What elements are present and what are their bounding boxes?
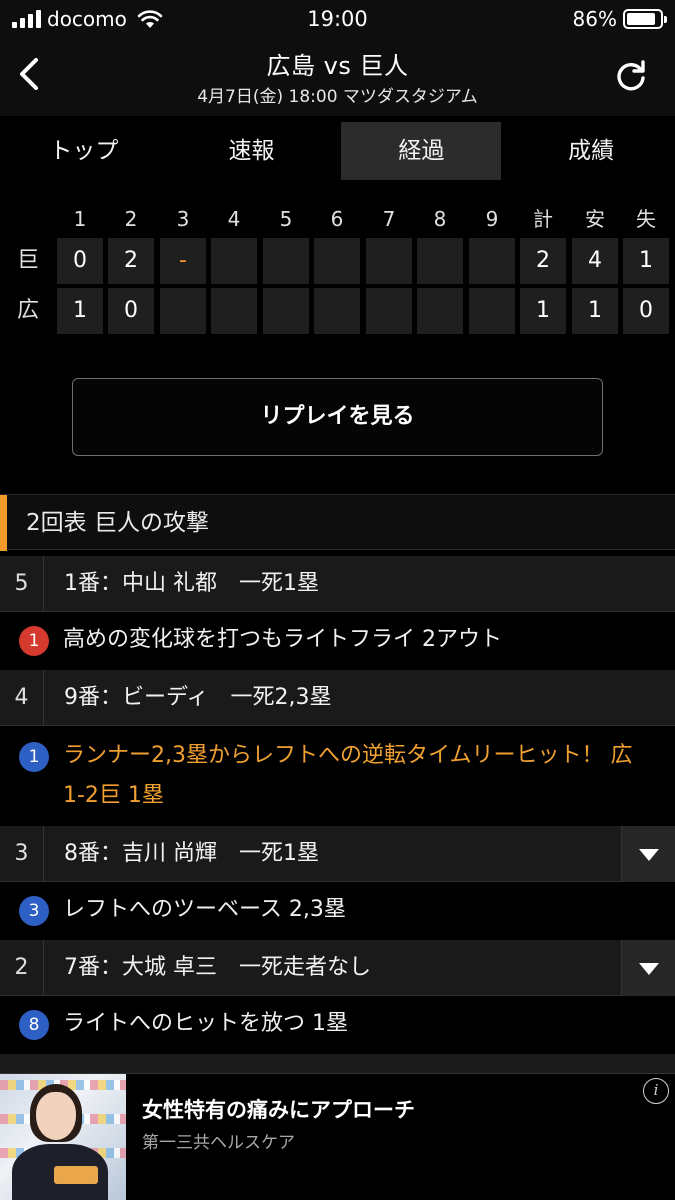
inning-score-cell — [417, 238, 463, 284]
info-icon[interactable]: i — [643, 1078, 669, 1104]
inning-header-cell: 3 — [176, 207, 190, 231]
inning-score-cell — [469, 238, 515, 284]
battery-icon — [623, 9, 667, 29]
tab-top[interactable]: トップ — [0, 122, 168, 180]
inning-title: 2回表 巨人の攻撃 — [26, 510, 209, 536]
inning-header-cell: 8 — [433, 207, 447, 231]
at-bat-row[interactable]: 5 1番：中山 礼都 一死1塁 — [0, 556, 675, 612]
inning-score-cell — [366, 288, 412, 334]
status-bar: docomo 19:00 86% — [0, 0, 675, 38]
battery-percent: 86% — [572, 7, 617, 31]
tab-stats[interactable]: 成績 — [507, 122, 675, 180]
totals-header-cell: 安 — [585, 207, 605, 231]
inning-score-cell — [314, 288, 360, 334]
game-info: 4月7日(金) 18:00 マツダスタジアム — [197, 87, 478, 107]
inning-score-cell: 0 — [108, 288, 154, 334]
play-text: ランナー2,3塁からレフトへの逆転タイムリーヒット！ 広1-2巨 1塁 — [63, 743, 633, 808]
pitch-count-badge: 8 — [19, 1010, 49, 1040]
inning-header-cell: 4 — [227, 207, 241, 231]
tab-live[interactable]: 速報 — [168, 122, 336, 180]
page-title: 広島 vs 巨人 — [266, 52, 409, 80]
at-bat-label: 9番：ビーディ 一死2,3塁 — [64, 685, 332, 710]
at-bat-number: 5 — [0, 556, 44, 612]
inning-score-cell — [366, 238, 412, 284]
at-bat-label: 7番：大城 卓三 一死走者なし — [64, 955, 371, 980]
game-header: 広島 vs 巨人 4月7日(金) 18:00 マツダスタジアム — [0, 38, 675, 116]
inning-score-cell — [211, 288, 257, 334]
inning-score-cell — [469, 288, 515, 334]
scoreboard-row-home: 広10110 — [0, 288, 675, 334]
battery-level — [627, 13, 655, 25]
at-bat-label: 8番：吉川 尚輝 一死1塁 — [64, 841, 319, 866]
at-bat-row[interactable]: 4 9番：ビーディ 一死2,3塁 — [0, 670, 675, 726]
at-bat-row[interactable]: 2 7番：大城 卓三 一死走者なし — [0, 940, 675, 996]
inning-score-cell — [314, 238, 360, 284]
inning-score-cell: 2 — [108, 238, 154, 284]
totals-header-cell: 計 — [533, 207, 553, 231]
team-abbrev: 広 — [16, 298, 39, 323]
inning-score-cell: - — [160, 238, 206, 284]
scoreboard-row-away: 巨02-241 — [0, 238, 675, 284]
inning-score-cell: 0 — [57, 238, 103, 284]
play-text: 高めの変化球を打つもライトフライ 2アウト — [63, 627, 502, 652]
play-event: 8 ライトへのヒットを放つ 1塁 — [0, 996, 675, 1054]
inning-score-cell — [417, 288, 463, 334]
tab-progress[interactable]: 経過 — [341, 122, 502, 180]
ad-image — [0, 1074, 126, 1200]
inning-header-cell: 5 — [279, 207, 293, 231]
ad-sponsor: 第一三共ヘルスケア — [142, 1133, 295, 1153]
at-bat-number: 4 — [0, 670, 44, 726]
play-text: ライトへのヒットを放つ 1塁 — [63, 1011, 348, 1036]
inning-accent — [0, 495, 7, 551]
total-score-cell: 0 — [623, 288, 669, 334]
totals-header-cell: 失 — [636, 207, 656, 231]
tab-bar: トップ 速報 経過 成績 — [0, 122, 675, 180]
refresh-icon[interactable] — [613, 58, 649, 94]
inning-header-cell: 2 — [124, 207, 138, 231]
inning-score-cell — [263, 238, 309, 284]
inning-header: 2回表 巨人の攻撃 — [0, 494, 675, 551]
total-score-cell: 4 — [572, 238, 618, 284]
scoreboard-header: 1 2 3 4 5 6 7 8 9 計 安 失 — [0, 196, 675, 242]
play-event: 1 ランナー2,3塁からレフトへの逆転タイムリーヒット！ 広1-2巨 1塁 — [0, 726, 675, 826]
inning-score-cell — [211, 238, 257, 284]
inning-header-cell: 6 — [330, 207, 344, 231]
total-score-cell: 1 — [572, 288, 618, 334]
inning-header-cell: 9 — [485, 207, 499, 231]
at-bat-row-partial — [0, 1054, 675, 1074]
expand-chevron-icon[interactable] — [621, 826, 675, 882]
inning-header-cell: 7 — [382, 207, 396, 231]
ad-banner[interactable]: 女性特有の痛みにアプローチ 第一三共ヘルスケア i — [0, 1073, 675, 1200]
inning-score-cell — [263, 288, 309, 334]
pitch-count-badge: 1 — [19, 742, 49, 772]
play-event: 3 レフトへのツーベース 2,3塁 — [0, 882, 675, 940]
pitch-count-badge: 1 — [19, 626, 49, 656]
total-score-cell: 1 — [520, 288, 566, 334]
ad-title: 女性特有の痛みにアプローチ — [142, 1098, 415, 1122]
play-text: レフトへのツーベース 2,3塁 — [63, 897, 346, 922]
at-bat-row[interactable]: 3 8番：吉川 尚輝 一死1塁 — [0, 826, 675, 882]
replay-button[interactable]: リプレイを見る — [72, 378, 603, 456]
inning-score-cell: 1 — [57, 288, 103, 334]
inning-header-cell: 1 — [73, 207, 87, 231]
total-score-cell: 2 — [520, 238, 566, 284]
play-event: 1 高めの変化球を打つもライトフライ 2アウト — [0, 612, 675, 670]
battery-group: 86% — [572, 7, 667, 31]
at-bat-number: 3 — [0, 826, 44, 882]
team-abbrev: 巨 — [16, 248, 39, 273]
at-bat-label: 1番：中山 礼都 一死1塁 — [64, 571, 319, 596]
total-score-cell: 1 — [623, 238, 669, 284]
expand-chevron-icon[interactable] — [621, 940, 675, 996]
at-bat-number: 2 — [0, 940, 44, 996]
pitch-count-badge: 3 — [19, 896, 49, 926]
inning-score-cell — [160, 288, 206, 334]
